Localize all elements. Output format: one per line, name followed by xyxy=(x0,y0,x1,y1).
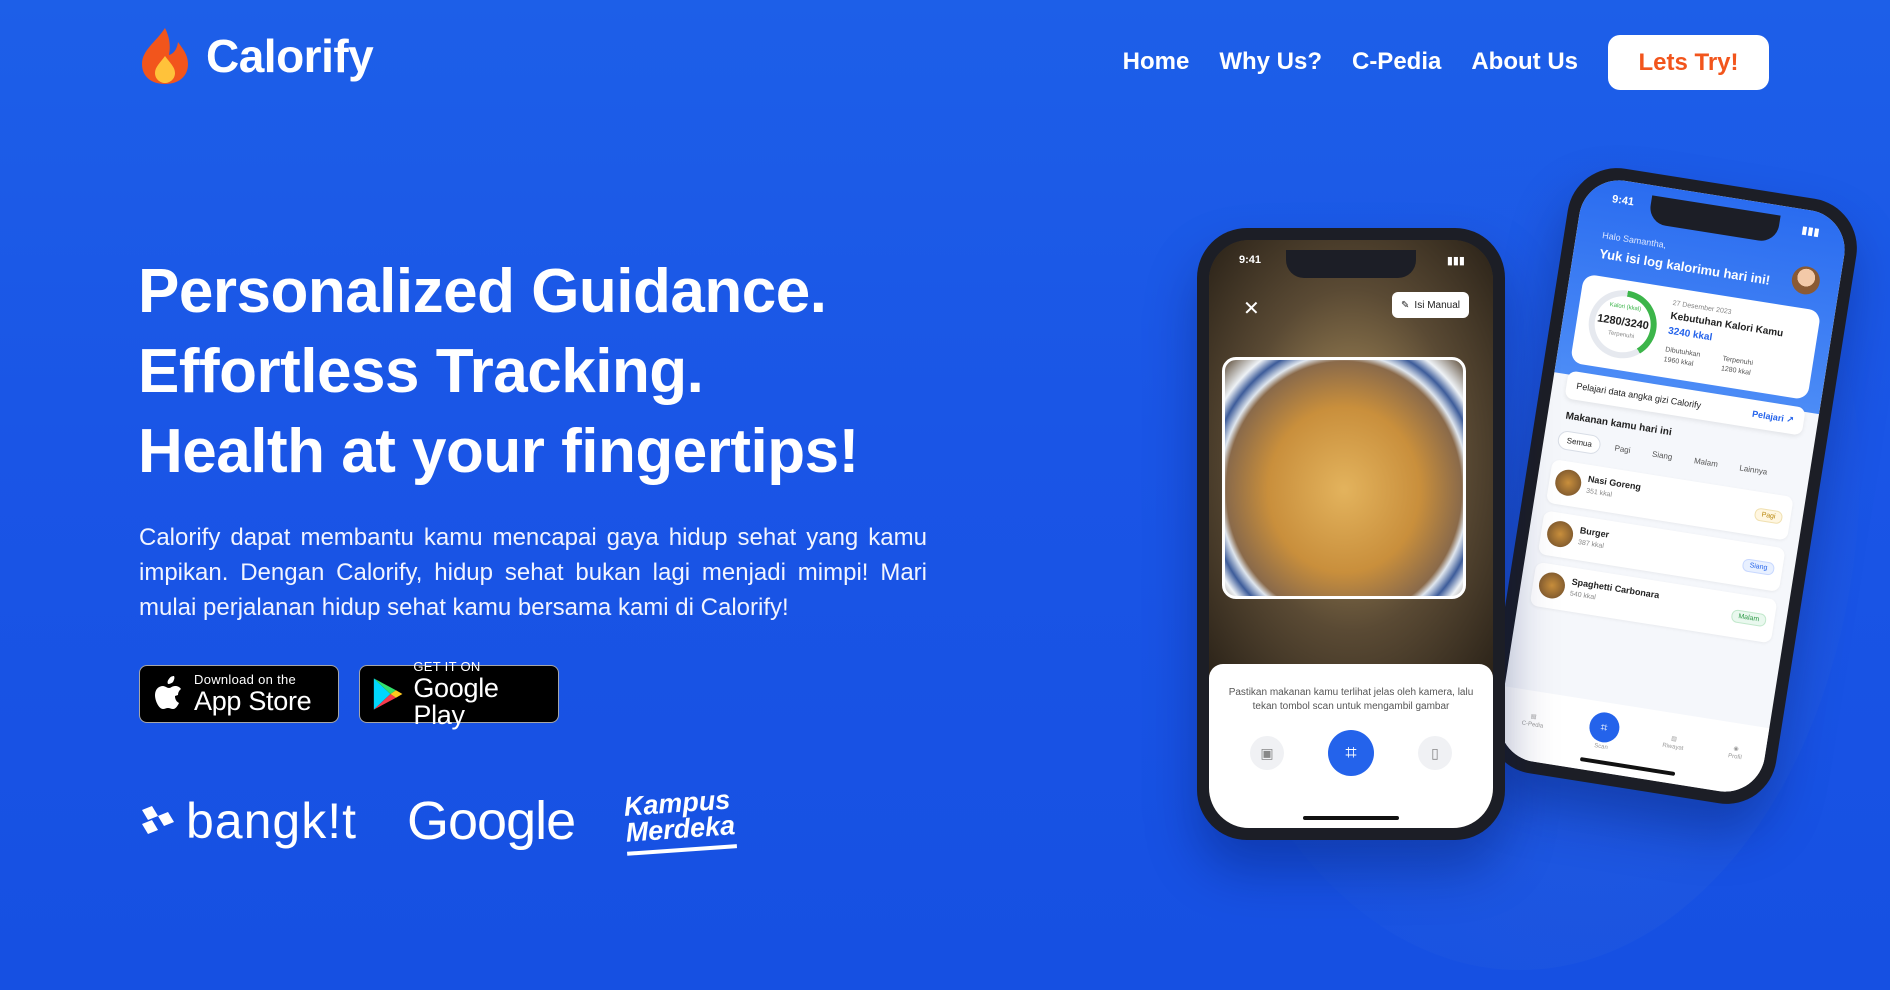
meal-kcal: 387 kkal xyxy=(1577,539,1605,551)
signal-icon: ▮▮▮ xyxy=(1800,224,1821,239)
status-time: 9:41 xyxy=(1239,254,1262,266)
status-bar: 9:41 ▮▮▮ xyxy=(1239,254,1465,267)
signal-icon: ▮▮▮ xyxy=(1446,255,1465,267)
bottom-nav-label: Profil xyxy=(1727,752,1743,761)
scan-actions: ▣ ⌗ ▯ xyxy=(1209,730,1493,776)
brand-name: Calorify xyxy=(206,30,374,82)
bottom-nav-label: Scan xyxy=(1593,743,1609,752)
pencil-icon: ✎ xyxy=(1401,299,1410,311)
hero-headline: Personalized Guidance. Effortless Tracki… xyxy=(138,252,859,492)
scan-screen: 9:41 ▮▮▮ ✕ ✎ Isi Manual Pastikan makanan… xyxy=(1209,240,1493,828)
calorie-fulfilled: Terpenuhi 1280 kkal xyxy=(1720,354,1754,379)
scan-hint: Pastikan makanan kamu terlihat jelas ole… xyxy=(1228,687,1474,712)
bottom-nav-cpedia[interactable]: ▤ C-Pedia xyxy=(1521,711,1545,729)
flashlight-icon: ▯ xyxy=(1431,744,1439,761)
brand-logo[interactable]: Calorify xyxy=(138,26,374,86)
tab-pagi[interactable]: Pagi xyxy=(1605,437,1640,461)
close-icon[interactable]: ✕ xyxy=(1243,296,1260,321)
meal-kcal: 351 kkal xyxy=(1585,487,1613,499)
bottom-nav-label: C-Pedia xyxy=(1521,719,1544,730)
learn-link[interactable]: Pelajari ↗ xyxy=(1751,408,1795,425)
nav-links: Home Why Us? C-Pedia About Us xyxy=(1123,48,1578,76)
gallery-icon: ▣ xyxy=(1260,744,1274,761)
app-store-small: Download on the xyxy=(194,672,297,687)
lets-try-button[interactable]: Lets Try! xyxy=(1608,35,1769,90)
bottom-nav-riwayat[interactable]: ▥ Riwayat xyxy=(1661,733,1685,752)
arrow-up-right-icon: ↗ xyxy=(1785,413,1795,425)
scan-icon: ⌗ xyxy=(1345,741,1357,764)
google-play-small: GET IT ON xyxy=(413,658,481,674)
store-buttons: Download on the App Store GET IT ON Goog… xyxy=(139,660,559,728)
learn-link-label: Pelajari xyxy=(1751,408,1785,424)
google-logo: Google xyxy=(407,791,576,851)
partner-logos: bangk!t Google Kampus Merdeka xyxy=(138,784,737,856)
food-thumbnail xyxy=(1553,467,1584,498)
headline-line-3: Health at your fingertips! xyxy=(138,417,859,486)
calorie-need-kcal: 3240 kkal xyxy=(1667,325,1714,344)
app-store-button[interactable]: Download on the App Store xyxy=(139,665,339,723)
apple-icon xyxy=(155,676,181,709)
top-nav: Calorify Home Why Us? C-Pedia About Us L… xyxy=(0,0,1890,120)
google-play-big: Google Play xyxy=(413,672,499,730)
nav-why-us[interactable]: Why Us? xyxy=(1219,48,1322,76)
food-thumbnail xyxy=(1537,570,1567,601)
bangkit-text: bangk!t xyxy=(186,793,358,849)
bangkit-logo: bangk!t xyxy=(138,792,357,850)
tab-lainnya[interactable]: Lainnya xyxy=(1730,457,1776,483)
scan-bottom-sheet: Pastikan makanan kamu terlihat jelas ole… xyxy=(1209,664,1493,828)
meal-time-badge: Malam xyxy=(1730,608,1768,628)
bangkit-mark-icon xyxy=(142,806,174,834)
meal-name: Burger xyxy=(1579,525,1610,540)
flashlight-button[interactable]: ▯ xyxy=(1418,736,1452,770)
food-thumbnail xyxy=(1545,519,1575,549)
manual-entry-label: Isi Manual xyxy=(1414,299,1460,311)
google-play-icon xyxy=(373,678,403,710)
tab-siang[interactable]: Siang xyxy=(1643,443,1682,467)
bottom-nav-label: Riwayat xyxy=(1661,742,1684,752)
headline-line-1: Personalized Guidance. xyxy=(138,257,827,326)
bottom-nav-scan[interactable]: ⌗ Scan xyxy=(1586,710,1622,752)
hero-description: Calorify dapat membantu kamu mencapai ga… xyxy=(139,524,927,621)
kampus-line-2: Merdeka xyxy=(624,810,737,848)
flame-icon xyxy=(142,28,188,84)
manual-entry-button[interactable]: ✎ Isi Manual xyxy=(1392,292,1469,318)
nav-c-pedia[interactable]: C-Pedia xyxy=(1352,48,1441,76)
meal-time-badge: Pagi xyxy=(1753,507,1784,525)
home-indicator xyxy=(1303,816,1399,820)
phone-mockup-scan: 9:41 ▮▮▮ ✕ ✎ Isi Manual Pastikan makanan… xyxy=(1197,228,1505,840)
meal-list: Nasi Goreng 351 kkal Pagi Burger 387 kka… xyxy=(1528,459,1794,651)
tab-malam[interactable]: Malam xyxy=(1685,450,1727,475)
tab-semua[interactable]: Semua xyxy=(1556,429,1603,456)
history-icon: ▥ xyxy=(1670,735,1678,743)
scan-button[interactable]: ⌗ xyxy=(1328,730,1374,776)
gallery-button[interactable]: ▣ xyxy=(1250,736,1284,770)
nav-home[interactable]: Home xyxy=(1123,48,1190,76)
app-store-big: App Store xyxy=(194,686,312,716)
headline-line-2: Effortless Tracking. xyxy=(138,337,704,406)
nav-about-us[interactable]: About Us xyxy=(1471,48,1578,76)
kampus-merdeka-logo: Kampus Merdeka xyxy=(623,784,737,856)
meal-kcal: 540 kkal xyxy=(1569,590,1597,602)
scan-frame xyxy=(1222,357,1466,599)
meal-time-badge: Siang xyxy=(1741,558,1776,576)
bottom-nav-profil[interactable]: ◉ Profil xyxy=(1727,744,1744,761)
book-icon: ▤ xyxy=(1530,713,1537,721)
google-play-button[interactable]: GET IT ON Google Play xyxy=(359,660,559,728)
avatar[interactable] xyxy=(1789,264,1822,297)
calorie-needed: Dibutuhkan 1960 kkal xyxy=(1663,345,1701,370)
scan-icon: ⌗ xyxy=(1586,710,1622,745)
user-icon: ◉ xyxy=(1733,745,1740,753)
